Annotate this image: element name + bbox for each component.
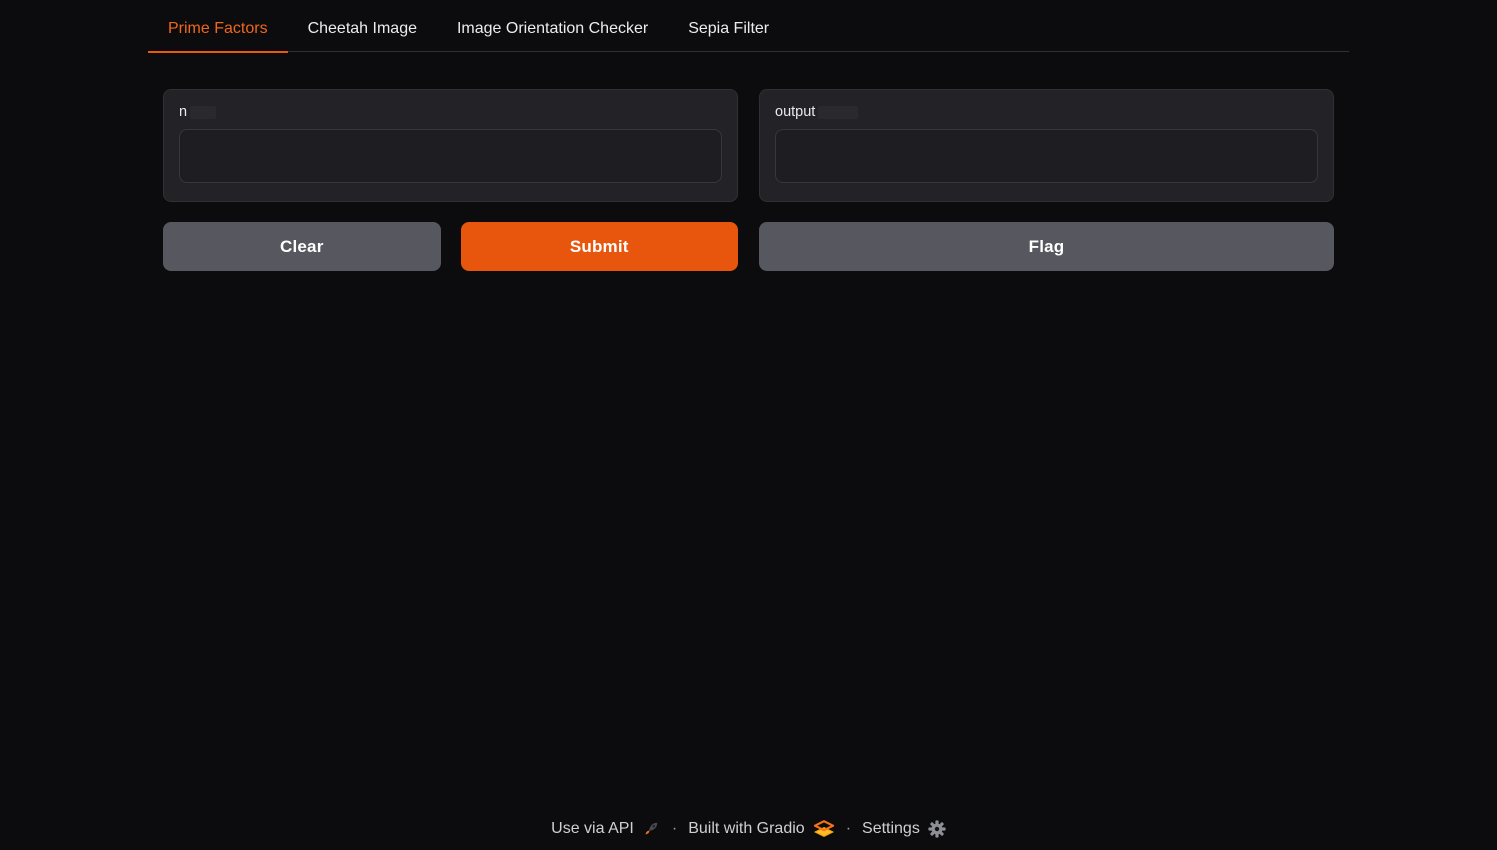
- label-highlight: [190, 106, 216, 119]
- input-label: n: [179, 103, 722, 121]
- footer-separator: ·: [846, 820, 851, 838]
- footer-separator: ·: [672, 820, 677, 838]
- input-panel: n: [163, 89, 738, 202]
- input-label-text: n: [179, 103, 187, 121]
- output-column: output Flag: [759, 89, 1334, 271]
- settings-link[interactable]: Settings: [862, 820, 946, 838]
- output-buttons-row: Flag: [759, 222, 1334, 271]
- output-textbox[interactable]: [775, 129, 1318, 183]
- footer: Use via API · Built with Gradio · Settin…: [0, 819, 1497, 838]
- output-label-text: output: [775, 103, 815, 121]
- gear-icon: [928, 820, 946, 838]
- input-column: n Clear Submit: [163, 89, 738, 271]
- tab-prime-factors[interactable]: Prime Factors: [148, 8, 288, 53]
- n-textbox[interactable]: [179, 129, 722, 183]
- output-label: output: [775, 103, 1318, 121]
- clear-button[interactable]: Clear: [163, 222, 441, 271]
- output-panel: output: [759, 89, 1334, 202]
- built-with-gradio-link[interactable]: Built with Gradio: [688, 820, 835, 838]
- tab-bar: Prime Factors Cheetah Image Image Orient…: [148, 8, 1349, 52]
- use-via-api-link[interactable]: Use via API: [551, 819, 661, 838]
- submit-button[interactable]: Submit: [461, 222, 739, 271]
- use-via-api-label: Use via API: [551, 820, 634, 838]
- input-buttons-row: Clear Submit: [163, 222, 738, 271]
- label-highlight: [818, 106, 858, 119]
- form-row: n Clear Submit output Flag: [148, 89, 1349, 271]
- app-container: Prime Factors Cheetah Image Image Orient…: [148, 8, 1349, 271]
- tab-cheetah-image[interactable]: Cheetah Image: [288, 8, 437, 51]
- gradio-logo-icon: [813, 820, 835, 838]
- tab-sepia-filter[interactable]: Sepia Filter: [668, 8, 789, 51]
- flag-button[interactable]: Flag: [759, 222, 1334, 271]
- rocket-icon: [642, 819, 661, 838]
- tab-image-orientation-checker[interactable]: Image Orientation Checker: [437, 8, 668, 51]
- settings-label: Settings: [862, 820, 920, 838]
- built-with-gradio-label: Built with Gradio: [688, 820, 805, 838]
